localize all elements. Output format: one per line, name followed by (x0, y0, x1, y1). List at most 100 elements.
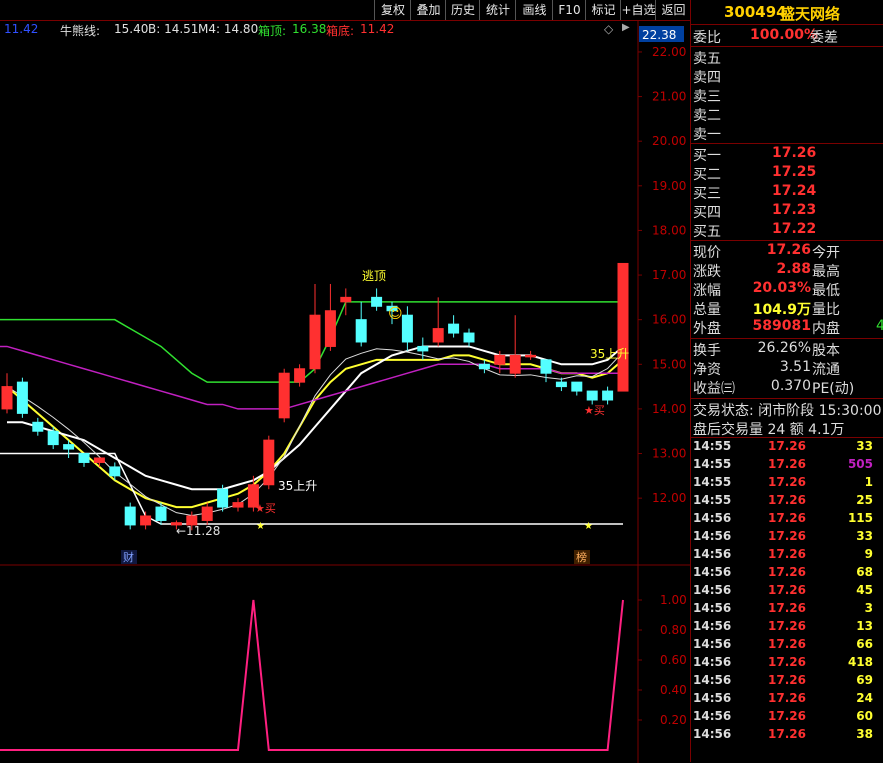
stat2-value-0: 26.26% (757, 340, 811, 356)
tick-time-13: 14:56 (693, 673, 732, 687)
star-marker-left: ★ (256, 521, 265, 532)
candle-body (540, 359, 552, 374)
tick-time-10: 14:56 (693, 619, 732, 633)
tick-price-13: 17.26 (768, 673, 806, 687)
candle-body (571, 381, 583, 392)
price-tick-label: 16.00 (652, 313, 686, 327)
price-tick-label: 22.00 (652, 45, 686, 59)
sub-tick-label: 0.60 (660, 653, 687, 667)
candle-body (278, 372, 290, 419)
annotation-smile: ☺ (388, 306, 403, 322)
sub-tick-label: 0.40 (660, 683, 687, 697)
candle-body (617, 262, 629, 392)
candle-body (294, 368, 306, 383)
ask-label-2: 卖三 (693, 89, 721, 105)
candle-body (463, 332, 475, 343)
tick-time-12: 14:56 (693, 655, 732, 669)
stat-value-4: 589081 (752, 318, 811, 334)
candle-body (78, 453, 90, 463)
tick-volume-15: 60 (856, 709, 873, 723)
price-tick-label: 21.00 (652, 90, 686, 104)
candle-body (555, 381, 567, 388)
tick-volume-11: 66 (856, 637, 873, 651)
bid-label-2: 买三 (693, 186, 721, 202)
stat-value-1: 2.88 (776, 261, 811, 277)
quote-panel: 300494 盛天网络 委比 100.00% 委差 卖五 卖四 卖三 卖二 卖一 买一 17.26 买二… (690, 0, 883, 763)
tick-time-2: 14:55 (693, 475, 732, 489)
tick-time-5: 14:56 (693, 529, 732, 543)
bid-divider (690, 240, 883, 241)
tick-volume-14: 24 (856, 691, 873, 705)
candle-body (47, 430, 59, 446)
star-marker-right: ★ (584, 521, 593, 532)
tick-volume-16: 38 (856, 727, 873, 741)
tick-volume-7: 68 (856, 565, 873, 579)
stat2-label-1: 净资 (693, 362, 721, 378)
candle-body (124, 506, 136, 526)
ask-label-4: 卖一 (693, 127, 721, 143)
ask-label-1: 卖四 (693, 70, 721, 86)
tick-price-12: 17.26 (768, 655, 806, 669)
title-divider (690, 24, 883, 25)
candle-body (401, 314, 413, 343)
tick-price-3: 17.26 (768, 493, 806, 507)
stat2-label-0: 换手 (693, 343, 721, 359)
tick-time-0: 14:55 (693, 439, 732, 453)
price-tick-label: 15.00 (652, 357, 686, 371)
ratio-value: 100.00% (750, 27, 819, 43)
stat-label2-2: 最低 (812, 283, 840, 299)
status-line: 交易状态: 闭市阶段 15:30:00 (693, 403, 882, 419)
tick-volume-5: 33 (856, 529, 873, 543)
tick-price-11: 17.26 (768, 637, 806, 651)
diff-label: 委差 (810, 30, 838, 46)
stat-label-3: 总量 (693, 302, 721, 318)
stock-code: 300494 (724, 3, 787, 21)
candle-body (478, 363, 490, 370)
tick-volume-1: 505 (847, 457, 873, 471)
stats-divider (690, 338, 883, 339)
bid-label-4: 买五 (693, 224, 721, 240)
price-tick-label: 17.00 (652, 268, 686, 282)
candle-body (201, 506, 213, 521)
annotation-escape-top: 逃顶 (362, 269, 386, 283)
bid-label-3: 买四 (693, 205, 721, 221)
tick-time-6: 14:56 (693, 547, 732, 561)
stat2-label2-1: 流通 (812, 362, 840, 378)
price-chart[interactable]: 22.00 21.00 20.00 19.00 18.00 17.00 16.00 15.00… (0, 0, 690, 763)
tick-price-6: 17.26 (768, 547, 806, 561)
tick-price-16: 17.26 (768, 727, 806, 741)
stat-extra-4: 4 (876, 318, 883, 334)
tick-volume-4: 115 (847, 511, 873, 525)
tick-price-4: 17.26 (768, 511, 806, 525)
tick-price-9: 17.26 (768, 601, 806, 615)
tick-volume-8: 45 (856, 583, 873, 597)
stat-value-3: 104.9万 (752, 302, 811, 318)
candle-body (371, 296, 383, 307)
candle-body (448, 323, 460, 334)
annotation-rise35-a: 35上升 (590, 347, 629, 361)
stock-name: 盛天网络 (780, 5, 841, 23)
stat-label-0: 现价 (693, 245, 721, 261)
tick-volume-10: 13 (856, 619, 873, 633)
stat-label-1: 涨跌 (693, 264, 721, 280)
ratio-divider (690, 46, 883, 47)
annotation-low-price: ←11.28 (176, 524, 220, 538)
tick-time-1: 14:55 (693, 457, 732, 471)
candle-body (93, 457, 105, 463)
tick-price-10: 17.26 (768, 619, 806, 633)
price-tick-label: 13.00 (652, 447, 686, 461)
tick-volume-3: 25 (856, 493, 873, 507)
candle-body (586, 390, 598, 401)
ratio-label: 委比 (693, 30, 721, 46)
price-tick-label: 14.00 (652, 402, 686, 416)
stat2-value-2: 0.370 (770, 378, 811, 394)
tick-price-5: 17.26 (768, 529, 806, 543)
tick-price-7: 17.26 (768, 565, 806, 579)
after-hours-line: 盘后交易量 24 额 4.1万 (693, 422, 845, 438)
top-price-badge-text: 22.38 (642, 28, 676, 42)
bang-label: 榜 (576, 550, 587, 564)
candle-body (494, 354, 506, 365)
candle-body (63, 444, 75, 450)
tick-price-14: 17.26 (768, 691, 806, 705)
tick-price-15: 17.26 (768, 709, 806, 723)
